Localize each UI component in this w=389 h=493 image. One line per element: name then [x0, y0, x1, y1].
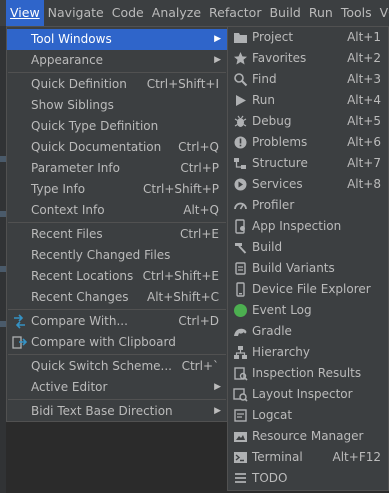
tool-windows-submenu: Project Alt+1 Favorites Alt+2 Find Alt+3…	[227, 26, 389, 491]
structure-icon	[234, 158, 246, 169]
menu-bar: View Navigate Code Analyze Refactor Buil…	[0, 0, 389, 26]
todo-icon	[235, 473, 246, 483]
compare-icon	[14, 314, 25, 329]
tool-window-build[interactable]: Build	[228, 237, 388, 258]
compare-clipboard-icon	[12, 336, 27, 349]
search-icon	[234, 73, 248, 87]
layout-inspector-icon	[233, 388, 248, 402]
tool-window-logcat[interactable]: Logcat	[228, 405, 388, 426]
problems-icon	[234, 136, 247, 149]
star-icon	[234, 52, 247, 65]
event-log-icon	[234, 304, 247, 317]
tool-window-structure[interactable]: Structure Alt+7	[228, 153, 388, 174]
menu-item-recent-changes[interactable]: Recent Changes Alt+Shift+C	[7, 287, 227, 308]
menu-item-quick-type-definition[interactable]: Quick Type Definition	[7, 116, 227, 137]
menu-analyze[interactable]: Analyze	[148, 0, 205, 26]
tool-window-hierarchy[interactable]: Hierarchy	[228, 342, 388, 363]
menu-item-recently-changed-files[interactable]: Recently Changed Files	[7, 245, 227, 266]
tool-window-favorites[interactable]: Favorites Alt+2	[228, 48, 388, 69]
tool-window-problems[interactable]: Problems Alt+6	[228, 132, 388, 153]
menu-item-type-info[interactable]: Type Info Ctrl+Shift+P	[7, 179, 227, 200]
tool-window-run[interactable]: Run Alt+4	[228, 90, 388, 111]
tool-window-debug[interactable]: Debug Alt+5	[228, 111, 388, 132]
services-icon	[234, 178, 247, 191]
menu-code[interactable]: Code	[108, 0, 148, 26]
menu-item-recent-locations[interactable]: Recent Locations Ctrl+Shift+E	[7, 266, 227, 287]
menu-run[interactable]: Run	[305, 0, 337, 26]
profiler-icon	[234, 202, 247, 210]
tool-window-project[interactable]: Project Alt+1	[228, 27, 388, 48]
resource-manager-icon	[234, 432, 247, 442]
menu-item-active-editor[interactable]: Active Editor ▶	[7, 377, 227, 398]
menu-item-bidi-text-base-direction[interactable]: Bidi Text Base Direction ▶	[7, 401, 227, 422]
bug-icon	[234, 115, 247, 127]
menu-item-compare-with[interactable]: Compare With... Ctrl+D	[7, 311, 227, 332]
folder-icon	[234, 33, 247, 43]
chevron-right-icon: ▶	[214, 382, 221, 392]
tool-window-event-log[interactable]: Event Log	[228, 300, 388, 321]
menu-item-quick-documentation[interactable]: Quick Documentation Ctrl+Q	[7, 137, 227, 158]
tool-window-inspection-results[interactable]: Inspection Results	[228, 363, 388, 384]
menu-refactor[interactable]: Refactor	[205, 0, 265, 26]
tool-window-services[interactable]: Services Alt+8	[228, 174, 388, 195]
tool-window-find[interactable]: Find Alt+3	[228, 69, 388, 90]
tool-window-terminal[interactable]: Terminal Alt+F12	[228, 447, 388, 468]
terminal-icon	[234, 452, 247, 463]
chevron-right-icon: ▶	[214, 55, 221, 65]
tool-window-app-inspection[interactable]: App Inspection	[228, 216, 388, 237]
tool-window-gradle[interactable]: Gradle	[228, 321, 388, 342]
menu-item-compare-with-clipboard[interactable]: Compare with Clipboard	[7, 332, 227, 353]
menu-item-context-info[interactable]: Context Info Alt+Q	[7, 200, 227, 221]
menu-build[interactable]: Build	[265, 0, 304, 26]
menu-tools[interactable]: Tools	[337, 0, 376, 26]
build-variants-icon	[235, 262, 246, 275]
menu-item-quick-definition[interactable]: Quick Definition Ctrl+Shift+I	[7, 74, 227, 95]
menu-item-show-siblings[interactable]: Show Siblings	[7, 95, 227, 116]
menu-item-appearance[interactable]: Appearance ▶	[7, 50, 227, 71]
tool-window-profiler[interactable]: Profiler	[228, 195, 388, 216]
menu-item-parameter-info[interactable]: Parameter Info Ctrl+P	[7, 158, 227, 179]
chevron-right-icon: ▶	[214, 34, 221, 44]
menu-vcs[interactable]: VCS	[376, 0, 389, 26]
app-inspection-icon	[235, 219, 245, 234]
menu-view[interactable]: View	[6, 0, 44, 26]
chevron-right-icon: ▶	[214, 406, 221, 416]
hammer-icon	[235, 243, 247, 254]
menu-item-tool-windows[interactable]: Tool Windows ▶	[7, 29, 227, 50]
run-icon	[236, 95, 246, 106]
tool-window-build-variants[interactable]: Build Variants	[228, 258, 388, 279]
tool-window-device-file-explorer[interactable]: Device File Explorer	[228, 279, 388, 300]
menu-navigate[interactable]: Navigate	[44, 0, 108, 26]
logcat-icon	[234, 409, 247, 422]
inspection-icon	[234, 367, 248, 381]
hierarchy-icon	[234, 346, 247, 359]
tool-window-resource-manager[interactable]: Resource Manager	[228, 426, 388, 447]
tool-window-layout-inspector[interactable]: Layout Inspector	[228, 384, 388, 405]
gradle-icon	[234, 328, 247, 336]
device-file-icon	[236, 282, 245, 297]
tool-window-todo[interactable]: TODO	[228, 468, 388, 489]
menu-item-recent-files[interactable]: Recent Files Ctrl+E	[7, 224, 227, 245]
menu-item-quick-switch-scheme[interactable]: Quick Switch Scheme... Ctrl+`	[7, 356, 227, 377]
view-menu: Tool Windows ▶ Appearance ▶ Quick Defini…	[6, 26, 228, 422]
